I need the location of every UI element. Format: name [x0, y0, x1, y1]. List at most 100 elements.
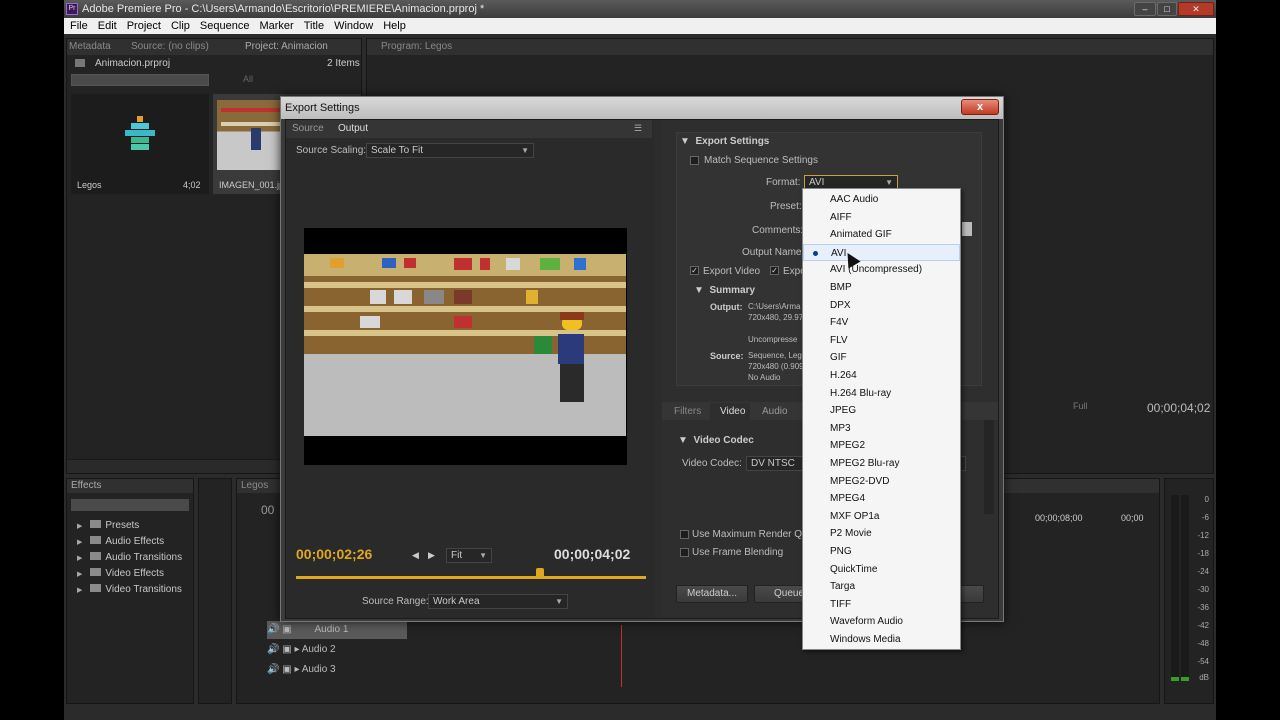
menu-edit[interactable]: Edit — [93, 18, 122, 34]
menu-file[interactable]: File — [64, 18, 93, 34]
close-window-button[interactable]: ✕ — [1178, 2, 1214, 16]
summary-uncompressed: Uncompresse — [748, 335, 798, 344]
export-video-checkbox[interactable]: ✓ — [690, 266, 699, 275]
output-name-label: Output Name: — [742, 247, 805, 258]
export-audio-checkbox[interactable]: ✓ — [770, 266, 779, 275]
work-area-bar[interactable] — [296, 576, 646, 579]
track-audio-3[interactable]: 🔊 ▣ ▸ Audio 3 — [267, 661, 407, 679]
format-option[interactable]: AIFF — [803, 209, 960, 226]
tab-video[interactable]: Video — [720, 406, 745, 417]
format-option[interactable]: AVI — [803, 243, 960, 261]
format-option[interactable]: MPEG2-DVD — [803, 473, 960, 490]
format-option[interactable]: PNG — [803, 543, 960, 560]
format-option[interactable]: MP3 — [803, 420, 960, 437]
tab-filters[interactable]: Filters — [674, 406, 701, 417]
menu-window[interactable]: Window — [329, 18, 378, 34]
summary-output-line: C:\Users\Arma — [748, 302, 801, 311]
tree-item-presets[interactable]: ▶ Presets — [77, 518, 139, 534]
source-range-label: Source Range: — [362, 596, 429, 607]
menu-marker[interactable]: Marker — [254, 18, 298, 34]
source-scaling-select[interactable]: Scale To Fit ▼ — [366, 143, 534, 158]
minimize-button[interactable]: – — [1134, 2, 1156, 16]
meter-label: -54 — [1197, 657, 1209, 666]
menu-project[interactable]: Project — [122, 18, 166, 34]
track-audio-2[interactable]: 🔊 ▣ ▸ Audio 2 — [267, 641, 407, 659]
format-option[interactable]: H.264 Blu-ray — [803, 385, 960, 402]
tab-audio[interactable]: Audio — [762, 406, 788, 417]
tree-item-audio-transitions[interactable]: ▶ Audio Transitions — [77, 550, 182, 566]
format-option[interactable]: QuickTime — [803, 561, 960, 578]
menu-title[interactable]: Title — [299, 18, 329, 34]
mark-in-icon[interactable]: ◀ — [412, 550, 419, 561]
project-item-legos[interactable]: Legos 4;02 — [71, 94, 209, 194]
tab-program[interactable]: Program: Legos — [381, 40, 452, 54]
frame-blending-checkbox[interactable] — [680, 548, 689, 557]
tree-item-audio-effects[interactable]: ▶ Audio Effects — [77, 534, 164, 550]
menu-clip[interactable]: Clip — [166, 18, 195, 34]
image-thumbnail — [217, 100, 287, 170]
track-audio-1[interactable]: 🔊 ▣ Audio 1 — [267, 621, 407, 639]
format-option[interactable]: Animated GIF — [803, 226, 960, 243]
dialog-close-button[interactable]: x — [961, 99, 999, 115]
format-option[interactable]: TIFF — [803, 596, 960, 613]
format-option[interactable]: MPEG2 — [803, 437, 960, 454]
tab-output-preview[interactable]: Output — [338, 123, 368, 134]
format-option[interactable]: P2 Movie — [803, 525, 960, 542]
format-label: Format: — [766, 177, 801, 188]
tab-source-preview[interactable]: Source — [292, 123, 324, 134]
tab-metadata[interactable]: Metadata — [69, 40, 111, 54]
fit-select[interactable]: Fit ▼ — [446, 548, 492, 563]
tree-item-video-effects[interactable]: ▶ Video Effects — [77, 566, 164, 582]
project-search-input[interactable] — [71, 74, 209, 86]
video-codec-label: Video Codec: — [682, 458, 742, 469]
format-option[interactable]: H.264 — [803, 367, 960, 384]
format-option[interactable]: JPEG — [803, 402, 960, 419]
metadata-button[interactable]: Metadata... — [676, 585, 748, 603]
format-option[interactable]: Waveform Audio — [803, 613, 960, 630]
status-bar — [64, 704, 1216, 720]
export-settings-header[interactable]: ▼ Export Settings — [680, 136, 769, 147]
dialog-title: Export Settings — [281, 97, 1003, 119]
frame-blending-label: Use Frame Blending — [692, 547, 784, 558]
format-option[interactable]: DPX — [803, 297, 960, 314]
item-name: Legos — [77, 180, 102, 190]
maximize-button[interactable]: □ — [1157, 2, 1177, 16]
project-in-filter[interactable]: All — [227, 74, 359, 86]
mark-out-icon[interactable]: ▶ — [428, 550, 435, 561]
current-timecode[interactable]: 00;00;02;26 — [296, 546, 372, 562]
match-sequence-checkbox[interactable] — [690, 156, 699, 165]
minifig-body — [558, 334, 584, 364]
format-option[interactable]: FLV — [803, 332, 960, 349]
tab-project[interactable]: Project: Animacion — [245, 40, 328, 54]
zoom-select[interactable]: Full — [1073, 401, 1088, 411]
format-option[interactable]: Targa — [803, 578, 960, 595]
source-range-select[interactable]: Work Area ▼ — [428, 594, 568, 609]
summary-header[interactable]: ▼ Summary — [694, 285, 755, 296]
format-option[interactable]: AVI (Uncompressed) — [803, 261, 960, 278]
format-option[interactable]: GIF — [803, 349, 960, 366]
format-option[interactable]: AAC Audio — [803, 191, 960, 208]
format-option[interactable]: Windows Media — [803, 631, 960, 648]
max-render-checkbox[interactable] — [680, 530, 689, 539]
codec-scrollbar[interactable] — [984, 420, 994, 514]
format-option[interactable]: BMP — [803, 279, 960, 296]
playhead-handle[interactable] — [536, 568, 544, 578]
format-option[interactable]: MXF OP1a — [803, 508, 960, 525]
menu-help[interactable]: Help — [378, 18, 411, 34]
project-file-icon — [75, 59, 85, 67]
menu-sequence[interactable]: Sequence — [195, 18, 255, 34]
comments-field-edge[interactable] — [962, 222, 972, 236]
tab-timeline[interactable]: Legos — [241, 479, 268, 493]
format-option[interactable]: MPEG4 — [803, 490, 960, 507]
effects-search-input[interactable] — [71, 499, 189, 511]
panel-menu-icon[interactable]: ☰ — [634, 123, 642, 134]
meter-label: -12 — [1197, 531, 1209, 540]
tab-source[interactable]: Source: (no clips) — [131, 40, 209, 54]
format-option[interactable]: F4V — [803, 314, 960, 331]
end-timecode: 00;00;04;02 — [554, 546, 631, 562]
video-codec-header[interactable]: ▼ Video Codec — [678, 435, 754, 446]
tab-effects[interactable]: Effects — [71, 479, 101, 493]
tree-item-video-transitions[interactable]: ▶ Video Transitions — [77, 582, 182, 598]
premiere-window: Pr Adobe Premiere Pro - C:\Users\Armando… — [64, 0, 1216, 720]
format-option[interactable]: MPEG2 Blu-ray — [803, 455, 960, 472]
